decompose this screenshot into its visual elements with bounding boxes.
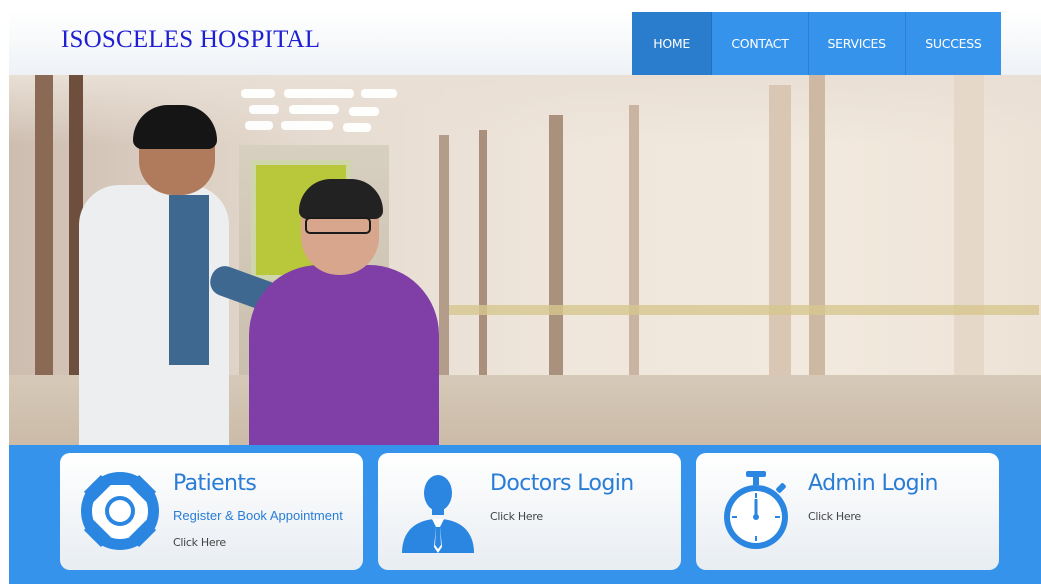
hero-patient-hair bbox=[299, 179, 383, 219]
hero-pillar bbox=[439, 135, 449, 385]
hero-wall-rail bbox=[449, 305, 1039, 315]
hero-patient bbox=[249, 265, 439, 445]
lifebuoy-icon bbox=[81, 472, 159, 550]
nav-services[interactable]: SERVICES bbox=[809, 12, 906, 75]
doctors-login-title: Doctors Login bbox=[490, 471, 634, 496]
hero-pillar bbox=[769, 85, 791, 415]
hero-doctor-shirt bbox=[169, 195, 209, 365]
site-logo[interactable]: ISOSCELES HOSPITAL bbox=[61, 26, 320, 54]
ceiling-light bbox=[343, 123, 371, 132]
hero-pillar bbox=[629, 105, 639, 405]
admin-click-here[interactable]: Click Here bbox=[808, 510, 861, 523]
feature-strip: Patients Register & Book Appointment Cli… bbox=[9, 445, 1041, 584]
doctors-login-card[interactable]: Doctors Login Click Here bbox=[378, 453, 681, 570]
doctors-click-here[interactable]: Click Here bbox=[490, 510, 543, 523]
page: ISOSCELES HOSPITAL HOME CONTACT SERVICES… bbox=[9, 12, 1041, 584]
nav-home[interactable]: HOME bbox=[632, 12, 713, 75]
ceiling-light bbox=[361, 89, 397, 98]
admin-login-card[interactable]: Admin Login Click Here bbox=[696, 453, 999, 570]
register-book-link[interactable]: Register & Book Appointment bbox=[173, 508, 343, 523]
ceiling-light bbox=[284, 89, 354, 98]
hero-pillar bbox=[479, 130, 487, 390]
nav-contact[interactable]: CONTACT bbox=[712, 12, 809, 75]
main-nav: HOME CONTACT SERVICES SUCCESS bbox=[632, 12, 1001, 75]
header: ISOSCELES HOSPITAL HOME CONTACT SERVICES… bbox=[9, 12, 1041, 75]
hero-patient-glasses bbox=[305, 217, 371, 234]
hero-pillar bbox=[549, 115, 563, 405]
stopwatch-icon bbox=[724, 471, 788, 549]
ceiling-light bbox=[281, 121, 333, 130]
ceiling-light bbox=[249, 105, 279, 114]
doctor-icon bbox=[402, 475, 474, 553]
nav-success[interactable]: SUCCESS bbox=[906, 12, 1001, 75]
ceiling-light bbox=[289, 105, 339, 114]
admin-login-title: Admin Login bbox=[808, 471, 938, 496]
ceiling-light bbox=[349, 107, 379, 116]
hero-image bbox=[9, 75, 1041, 445]
ceiling-light bbox=[245, 121, 273, 130]
patients-card[interactable]: Patients Register & Book Appointment Cli… bbox=[60, 453, 363, 570]
patients-title: Patients bbox=[173, 471, 257, 496]
patients-click-here[interactable]: Click Here bbox=[173, 536, 226, 549]
ceiling-light bbox=[241, 89, 275, 98]
